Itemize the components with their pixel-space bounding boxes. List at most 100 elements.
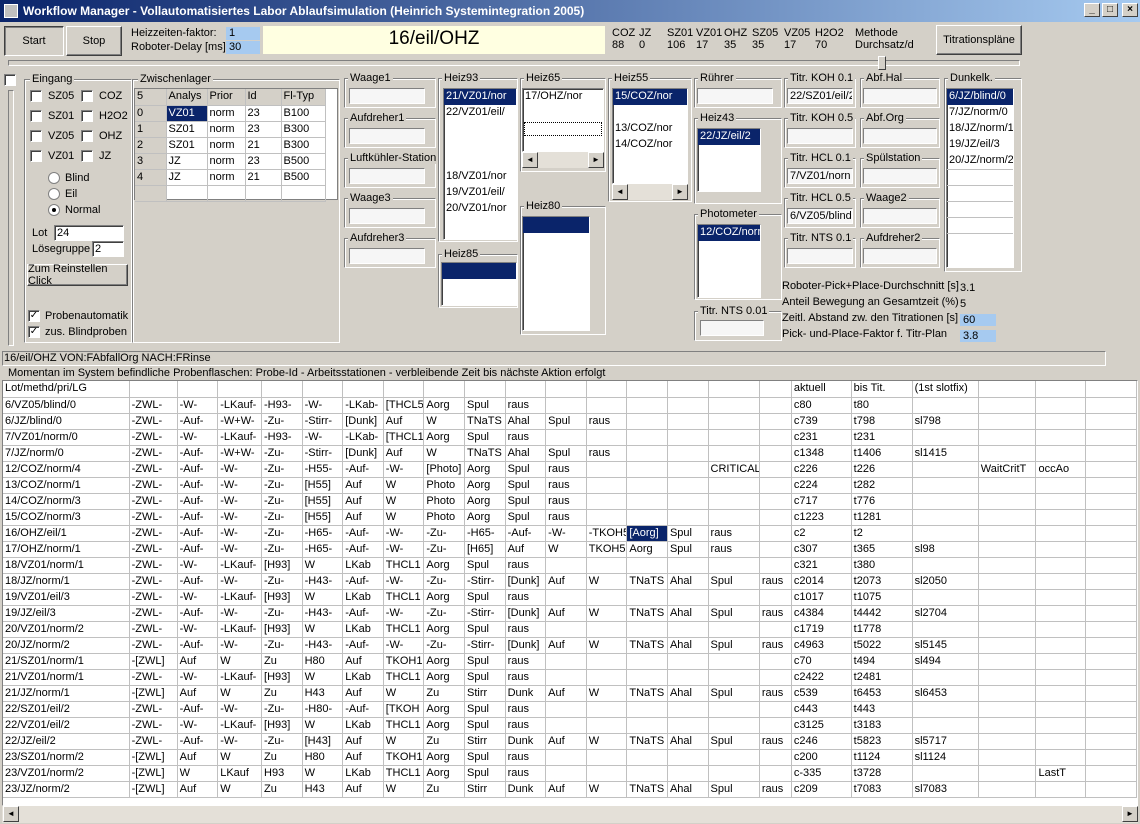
checkbox-h2o2[interactable] — [81, 110, 93, 122]
checkbox-vz05[interactable] — [30, 130, 42, 142]
radio-blind[interactable] — [48, 172, 60, 184]
small-toggle-box[interactable] — [4, 74, 16, 86]
list-item[interactable]: 19/VZ01/eil/ — [444, 185, 516, 201]
speed-slider-track[interactable] — [8, 60, 1020, 66]
table-row[interactable]: 19/JZ/eil/3 -ZWL- -Auf- -W- -Zu- -H43- -Auf- -W… — [3, 605, 1137, 622]
table-row[interactable]: 6/VZ05/blind/0 -ZWL- -W- -LKauf- -H93- -W- -LK… — [3, 397, 1137, 414]
heiz55-list[interactable]: 15/COZ/nor 13/COZ/nor 14/COZ/nor — [612, 88, 688, 184]
list-item[interactable] — [947, 217, 1013, 233]
waage3-slot[interactable] — [349, 208, 425, 224]
spuel-slot[interactable] — [863, 168, 937, 184]
aufdreher2-slot[interactable] — [863, 248, 937, 264]
titr-koh-01-slot[interactable]: 22/SZ01/eil/2 — [787, 88, 853, 104]
blindproben-checkbox[interactable]: ✓ — [28, 326, 40, 338]
list-item[interactable]: 14/COZ/nor — [613, 137, 687, 153]
checkbox-jz[interactable] — [81, 150, 93, 162]
list-item[interactable]: 7/JZ/norm/0 — [947, 105, 1013, 121]
table-row[interactable]: 7/VZ01/norm/0 -ZWL- -W- -LKauf- -H93- -W- -LKa… — [3, 429, 1137, 446]
list-item[interactable]: 6/JZ/blind/0 — [947, 89, 1013, 105]
list-item[interactable] — [442, 263, 516, 279]
reinstellen-button[interactable]: Zum Reinstellen Click — [27, 263, 128, 287]
dunkel-list[interactable]: 6/JZ/blind/0 7/JZ/norm/0 18/JZ/norm/1 19/JZ… — [946, 88, 1014, 268]
speed-slider-thumb[interactable] — [878, 56, 886, 70]
list-item[interactable]: 20/VZ01/nor — [444, 201, 516, 217]
table-row[interactable]: 4 JZ norm 21 B500 — [135, 169, 326, 186]
table-row[interactable]: 21/VZ01/norm/1 -ZWL- -W- -LKauf- [H93] W LKab T… — [3, 669, 1137, 686]
list-item[interactable] — [947, 201, 1013, 217]
table-row[interactable]: 22/JZ/eil/2 -ZWL- -Auf- -W- -Zu- [H43] Auf W Zu S… — [3, 733, 1137, 750]
table-row[interactable]: 21/JZ/norm/1 -[ZWL] Auf W Zu H43 Auf W Zu Stirr Du… — [3, 685, 1137, 702]
heiz80-list[interactable] — [522, 216, 590, 331]
list-item[interactable] — [523, 105, 603, 121]
stat-value[interactable]: 3.8 — [960, 330, 996, 342]
table-row[interactable]: 6/JZ/blind/0 -ZWL- -Auf- -W+W- -Zu- -Stirr- [D… — [3, 413, 1137, 430]
list-item[interactable] — [444, 153, 516, 169]
heiz65-list[interactable]: 17/OHZ/nor — [522, 88, 604, 152]
checkbox-vz01[interactable] — [30, 150, 42, 162]
probenautomatik-checkbox[interactable]: ✓ — [28, 310, 40, 322]
ruehrer-slot[interactable] — [697, 88, 773, 104]
heiz93-list[interactable]: 21/VZ01/nor 22/VZ01/eil/18/VZ01/nor 19/VZ0… — [443, 88, 517, 240]
list-item[interactable]: 22/VZ01/eil/ — [444, 105, 516, 121]
checkbox-ohz[interactable] — [81, 130, 93, 142]
scroll-left-button[interactable]: ◄ — [522, 152, 538, 168]
list-item[interactable]: 18/JZ/norm/1 — [947, 121, 1013, 137]
radio-normal[interactable] — [48, 204, 60, 216]
list-item[interactable]: 20/JZ/norm/2 — [947, 153, 1013, 169]
table-row[interactable]: 17/OHZ/norm/1 -ZWL- -Auf- -W- -Zu- -H65- -Auf-… — [3, 541, 1137, 558]
delay-value[interactable]: 30 — [226, 41, 260, 54]
table-row[interactable]: 22/VZ01/eil/2 -ZWL- -W- -LKauf- [H93] W LKab TH… — [3, 717, 1137, 734]
luftkuehler-slot[interactable] — [349, 168, 425, 184]
waage1-slot[interactable] — [349, 88, 425, 104]
list-item[interactable]: 17/OHZ/nor — [523, 89, 603, 105]
list-item[interactable] — [523, 121, 603, 137]
vertical-slider-track[interactable] — [8, 90, 14, 346]
table-row[interactable]: 23/JZ/norm/2 -[ZWL] Auf W Zu H43 Auf W Zu Stirr Du… — [3, 781, 1137, 798]
table-row[interactable]: 19/VZ01/eil/3 -ZWL- -W- -LKauf- [H93] W LKab TH… — [3, 589, 1137, 606]
radio-eil[interactable] — [48, 188, 60, 200]
list-item[interactable]: 18/VZ01/nor — [444, 169, 516, 185]
heizzeiten-value[interactable]: 1 — [226, 27, 260, 40]
list-item[interactable] — [444, 137, 516, 153]
maximize-button[interactable]: □ — [1102, 3, 1118, 17]
close-button[interactable]: × — [1122, 3, 1138, 17]
table-row[interactable]: 22/SZ01/eil/2 -ZWL- -Auf- -W- -Zu- -H80- -Auf-… — [3, 701, 1137, 718]
aufdreher1-slot[interactable] — [349, 128, 425, 144]
list-item[interactable]: 22/JZ/eil/2 — [698, 129, 760, 145]
table-row[interactable]: 18/JZ/norm/1 -ZWL- -Auf- -W- -Zu- -H43- -Auf- -… — [3, 573, 1137, 590]
abforg-slot[interactable] — [863, 128, 937, 144]
list-item[interactable] — [947, 185, 1013, 201]
table-row[interactable]: 21/SZ01/norm/1 -[ZWL] Auf W Zu H80 Auf TKOH1 Aor… — [3, 653, 1137, 670]
table-row[interactable]: 20/VZ01/norm/2 -ZWL- -W- -LKauf- [H93] W LKab T… — [3, 621, 1137, 638]
zwischenlager-table[interactable]: 5 Analys Prior Id Fl-Typ 0 VZ01 norm 23 B100 1 SZ01… — [134, 88, 338, 202]
aufdreher3-slot[interactable] — [349, 248, 425, 264]
table-row[interactable]: 2 SZ01 norm 21 B300 — [135, 137, 326, 154]
table-row[interactable]: 16/OHZ/eil/1 -ZWL- -Auf- -W- -Zu- -H65- -Auf- -… — [3, 525, 1137, 542]
list-item[interactable]: 21/VZ01/nor — [444, 89, 516, 105]
abfhal-slot[interactable] — [863, 88, 937, 104]
titr-koh-05-slot[interactable] — [787, 128, 853, 144]
list-item[interactable]: 12/COZ/norn — [698, 225, 760, 241]
table-row[interactable]: 13/COZ/norm/1 -ZWL- -Auf- -W- -Zu- [H55] Auf W P… — [3, 477, 1137, 494]
list-item[interactable] — [523, 217, 589, 233]
photometer-list[interactable]: 12/COZ/norn — [697, 224, 761, 298]
list-item[interactable]: 13/COZ/nor — [613, 121, 687, 137]
titr-hcl-01-slot[interactable]: 7/VZ01/norn — [787, 168, 853, 184]
samples-grid[interactable]: Lot/methd/pri/LG aktuell bis Tit. (1st slot… — [2, 380, 1138, 806]
table-row[interactable]: 12/COZ/norm/4 -ZWL- -Auf- -W- -Zu- -H55- -Auf-… — [3, 461, 1137, 478]
start-button[interactable]: Start — [4, 26, 64, 56]
waage2-slot[interactable] — [863, 208, 937, 224]
titr-nts-01-slot[interactable] — [787, 248, 853, 264]
list-item[interactable] — [947, 233, 1013, 249]
checkbox-sz05[interactable] — [30, 90, 42, 102]
scroll-left-button[interactable]: ◄ — [3, 806, 19, 822]
list-item[interactable]: 19/JZ/eil/3 — [947, 137, 1013, 153]
scroll-right-button[interactable]: ► — [1122, 806, 1138, 822]
titr-hcl-05-slot[interactable]: 6/VZ05/blind — [787, 208, 853, 224]
table-row[interactable]: 23/VZ01/norm/2 -[ZWL] W LKauf H93 W LKab THCL1 A… — [3, 765, 1137, 782]
scroll-right-button[interactable]: ► — [588, 152, 604, 168]
lot-input[interactable]: 24 — [54, 225, 124, 241]
titrationsplaene-button[interactable]: Titrationspläne — [936, 25, 1022, 55]
table-row[interactable]: 1 SZ01 norm 23 B300 — [135, 121, 326, 138]
list-item[interactable]: 15/COZ/nor — [613, 89, 687, 105]
